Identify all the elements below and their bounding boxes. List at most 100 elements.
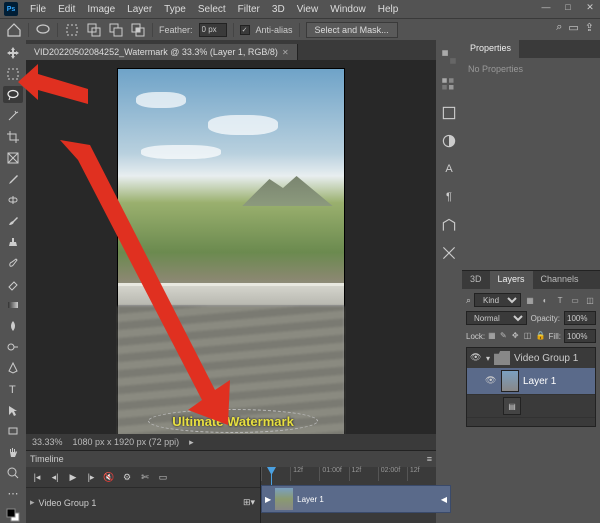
brush-tool[interactable] <box>3 212 23 229</box>
timeline-menu-icon[interactable]: ≡ <box>427 454 432 464</box>
filter-adjust-icon[interactable]: ◐ <box>539 294 551 306</box>
layers-tab[interactable]: Layers <box>490 271 533 289</box>
lasso-tool[interactable] <box>3 86 23 103</box>
tool-presets-panel-icon[interactable] <box>440 216 458 234</box>
layer-item-layer1[interactable]: 👁 Layer 1 <box>467 368 595 395</box>
screen-mode-icon[interactable]: ▭ <box>568 21 578 34</box>
timeline-clip-layer1[interactable]: ▶ Layer 1 ◀ <box>261 485 451 513</box>
filter-type-icon[interactable]: T <box>554 294 566 306</box>
search-icon[interactable]: ⌕ <box>556 21 562 34</box>
zoom-tool[interactable] <box>3 464 23 481</box>
libraries-panel-icon[interactable] <box>440 104 458 122</box>
selection-subtract-icon[interactable] <box>108 22 124 38</box>
paragraph-panel-icon[interactable]: ¶ <box>440 188 458 206</box>
character-panel-icon[interactable]: A <box>440 160 458 178</box>
filter-smart-icon[interactable]: ◫ <box>584 294 596 306</box>
menu-edit[interactable]: Edit <box>52 2 81 17</box>
timeline-mute-icon[interactable]: 🔇 <box>102 470 116 484</box>
track-collapse-icon[interactable]: ▸ <box>30 497 35 508</box>
lock-all-icon[interactable]: 🔒 <box>536 331 546 342</box>
menu-window[interactable]: Window <box>324 2 372 17</box>
timeline-track-video-group[interactable]: ▸ Video Group 1 ⊞▾ <box>26 487 260 517</box>
group-collapse-icon[interactable]: ▾ <box>486 354 490 363</box>
menu-image[interactable]: Image <box>81 2 121 17</box>
layer-filter-search-icon[interactable]: ⌕ <box>466 295 471 306</box>
select-and-mask-button[interactable]: Select and Mask... <box>306 22 398 38</box>
document-canvas[interactable]: Ultimate Watermark <box>117 68 345 434</box>
eraser-tool[interactable] <box>3 275 23 292</box>
menu-file[interactable]: File <box>24 2 52 17</box>
filter-pixel-icon[interactable]: ▦ <box>524 294 536 306</box>
rectangle-tool[interactable] <box>3 422 23 439</box>
active-tool-lasso-icon[interactable] <box>35 22 51 38</box>
foreground-background-colors[interactable] <box>3 506 23 523</box>
filter-shape-icon[interactable]: ▭ <box>569 294 581 306</box>
window-maximize-icon[interactable]: □ <box>562 2 574 14</box>
properties-tab[interactable]: Properties <box>462 40 519 58</box>
feather-input[interactable] <box>199 23 227 37</box>
menu-3d[interactable]: 3D <box>266 2 291 17</box>
fill-input[interactable] <box>564 329 596 343</box>
timeline-settings-icon[interactable]: ⚙ <box>120 470 134 484</box>
status-arrow-icon[interactable]: ▸ <box>189 437 194 448</box>
timeline-tracks-area[interactable]: 12f 01:00f 12f 02:00f 12f ▶ Layer 1 ◀ <box>261 467 436 523</box>
gradient-tool[interactable] <box>3 296 23 313</box>
dodge-tool[interactable] <box>3 338 23 355</box>
track-add-media-icon[interactable]: ⊞▾ <box>242 496 256 510</box>
marquee-tool[interactable] <box>3 65 23 82</box>
history-brush-tool[interactable] <box>3 254 23 271</box>
path-selection-tool[interactable] <box>3 401 23 418</box>
visibility-toggle-icon[interactable]: 👁 <box>470 352 482 364</box>
healing-brush-tool[interactable] <box>3 191 23 208</box>
lock-image-icon[interactable]: ✎ <box>500 331 509 342</box>
window-close-icon[interactable]: ✕ <box>584 2 596 14</box>
menu-layer[interactable]: Layer <box>121 2 158 17</box>
type-tool[interactable]: T <box>3 380 23 397</box>
adjustments-panel-icon[interactable] <box>440 132 458 150</box>
channels-tab[interactable]: Channels <box>533 271 587 289</box>
document-tab[interactable]: VID20220502084252_Watermark @ 33.3% (Lay… <box>26 44 298 60</box>
clone-stamp-tool[interactable] <box>3 233 23 250</box>
menu-type[interactable]: Type <box>158 2 192 17</box>
canvas-area[interactable]: Ultimate Watermark <box>26 60 436 434</box>
frame-tool[interactable] <box>3 149 23 166</box>
menu-view[interactable]: View <box>291 2 325 17</box>
edit-toolbar-icon[interactable]: ⋯ <box>3 485 23 502</box>
brushes-panel-icon[interactable] <box>440 244 458 262</box>
selection-new-icon[interactable] <box>64 22 80 38</box>
blur-tool[interactable] <box>3 317 23 334</box>
visibility-toggle-icon[interactable]: 👁 <box>485 375 497 387</box>
lock-transparency-icon[interactable]: ▦ <box>488 331 497 342</box>
timeline-first-frame-icon[interactable]: |◂ <box>30 470 44 484</box>
opacity-input[interactable] <box>564 311 596 325</box>
tab-close-icon[interactable]: ✕ <box>282 48 289 57</box>
antialias-checkbox[interactable]: ✓ <box>240 25 250 35</box>
selection-add-icon[interactable] <box>86 22 102 38</box>
crop-tool[interactable] <box>3 128 23 145</box>
lock-position-icon[interactable]: ✥ <box>512 331 521 342</box>
selection-intersect-icon[interactable] <box>130 22 146 38</box>
timeline-split-icon[interactable]: ✄ <box>138 470 152 484</box>
hand-tool[interactable] <box>3 443 23 460</box>
blend-mode-select[interactable]: Normal <box>466 311 527 325</box>
clip-start-handle-icon[interactable]: ▶ <box>265 495 271 504</box>
timeline-transition-icon[interactable]: ▭ <box>156 470 170 484</box>
menu-select[interactable]: Select <box>192 2 232 17</box>
move-tool[interactable] <box>3 44 23 61</box>
share-icon[interactable]: ⇪ <box>585 21 594 34</box>
eyedropper-tool[interactable] <box>3 170 23 187</box>
pen-tool[interactable] <box>3 359 23 376</box>
lock-artboard-icon[interactable]: ◫ <box>524 331 533 342</box>
magic-wand-tool[interactable] <box>3 107 23 124</box>
menu-help[interactable]: Help <box>372 2 405 17</box>
home-icon[interactable] <box>6 22 22 38</box>
swatches-panel-icon[interactable] <box>440 76 458 94</box>
timeline-next-frame-icon[interactable]: |▸ <box>84 470 98 484</box>
layer-filter-kind-select[interactable]: Kind <box>474 293 521 307</box>
timeline-play-icon[interactable]: ▶ <box>66 470 80 484</box>
layer-group-video[interactable]: 👁 ▾ Video Group 1 <box>467 348 595 368</box>
clip-end-handle-icon[interactable]: ◀ <box>441 495 447 504</box>
zoom-level[interactable]: 33.33% <box>32 437 63 447</box>
3d-tab[interactable]: 3D <box>462 271 490 289</box>
timeline-ruler[interactable]: 12f 01:00f 12f 02:00f 12f <box>261 467 436 481</box>
